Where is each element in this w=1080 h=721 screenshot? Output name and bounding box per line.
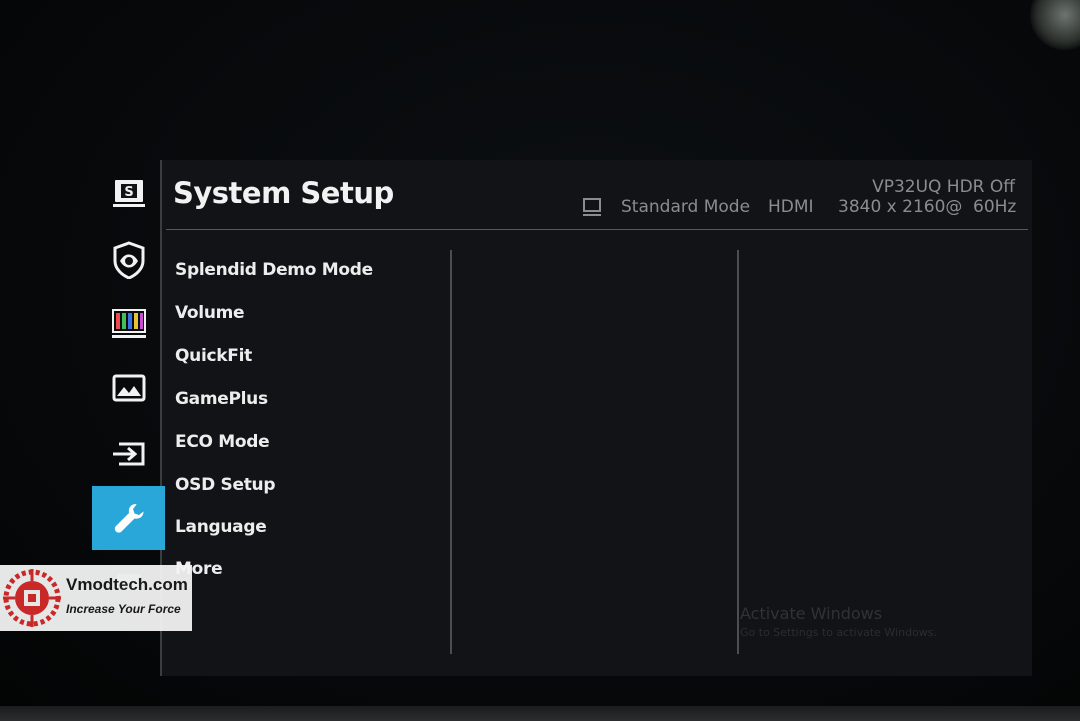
menu-item-eco-mode[interactable]: ECO Mode <box>175 432 270 452</box>
sidebar-item-color[interactable] <box>92 292 165 356</box>
svg-text:S: S <box>124 185 133 200</box>
menu-item-language[interactable]: Language <box>175 517 267 537</box>
monitor-icon <box>583 198 601 216</box>
sidebar-item-input-select[interactable] <box>92 422 165 486</box>
logo-name: Vmodtech.com <box>66 575 188 594</box>
input-select-icon <box>112 442 144 466</box>
status-bar: Standard Mode HDMI 3840 x 2160@ 60Hz <box>582 197 1022 221</box>
activate-windows-title: Activate Windows <box>740 604 883 623</box>
color-mode-label: Standard Mode <box>621 197 751 217</box>
model-hdr-status: VP32UQ HDR Off <box>872 177 1015 197</box>
color-icon <box>111 309 146 338</box>
activate-windows-subtitle: Go to Settings to activate Windows. <box>740 626 938 639</box>
header-divider <box>166 229 1028 230</box>
wrench-icon <box>114 504 143 533</box>
monitor-bezel-bottom <box>0 706 1080 721</box>
reflection-glare <box>1030 0 1080 50</box>
eye-care-icon <box>113 241 144 279</box>
refresh-rate-label: 60Hz <box>973 197 1017 217</box>
logo-tagline: Increase Your Force <box>66 602 181 616</box>
sidebar-item-eye-care[interactable] <box>92 228 165 292</box>
sidebar-item-image[interactable] <box>92 356 165 420</box>
sidebar-item-splendid[interactable]: S <box>92 162 165 226</box>
page-title: System Setup <box>173 176 394 210</box>
menu-item-volume[interactable]: Volume <box>175 303 245 323</box>
menu-item-splendid-demo-mode[interactable]: Splendid Demo Mode <box>175 260 373 280</box>
osd-panel <box>160 160 1032 676</box>
monitor-screen: S System Setup VP32UQ HDR Off Standard M… <box>0 0 1080 721</box>
site-logo: Vmodtech.com Increase Your Force <box>0 565 192 631</box>
resolution-label: 3840 x 2160@ <box>838 197 963 217</box>
splendid-icon: S <box>112 180 145 207</box>
column-divider <box>450 250 452 654</box>
menu-item-quickfit[interactable]: QuickFit <box>175 346 252 366</box>
sidebar-item-system-setup[interactable] <box>92 486 165 550</box>
image-icon <box>112 374 145 402</box>
menu-item-gameplus[interactable]: GamePlus <box>175 389 268 409</box>
vmodtech-logo-icon <box>3 569 61 627</box>
input-source-label: HDMI <box>768 197 814 217</box>
menu-item-osd-setup[interactable]: OSD Setup <box>175 475 276 495</box>
column-divider <box>737 250 739 654</box>
